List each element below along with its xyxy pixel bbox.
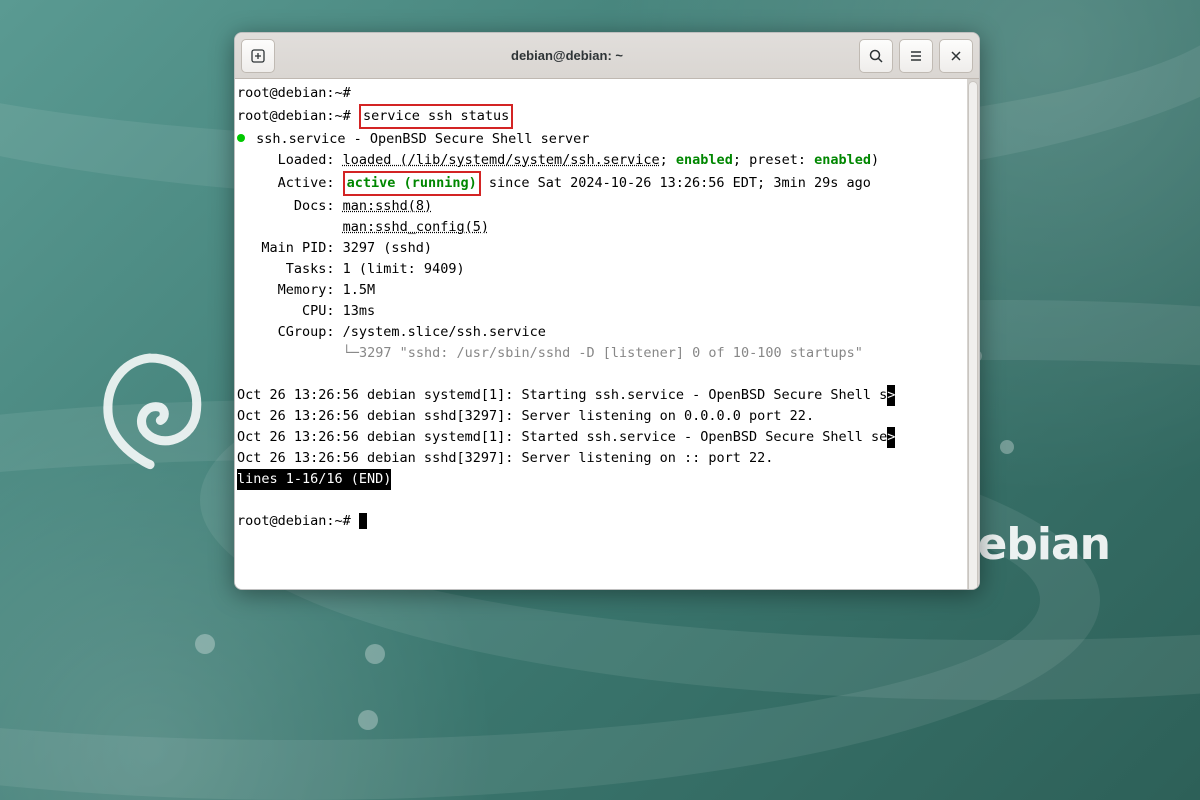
titlebar: debian@debian: ~ [235, 33, 979, 79]
highlighted-active: active (running) [343, 171, 481, 196]
close-button[interactable] [939, 39, 973, 73]
docs-link: man:sshd(8) [343, 198, 432, 214]
tasks: Tasks: 1 (limit: 9409) [237, 261, 465, 277]
service-header: ssh.service - OpenBSD Secure Shell serve… [248, 131, 589, 147]
new-tab-button[interactable] [241, 39, 275, 73]
cursor-icon [359, 513, 367, 529]
preset-state: enabled [814, 152, 871, 168]
prompt: root@debian:~# [237, 513, 351, 529]
loaded-value: loaded (/lib/systemd/system/ssh.service [343, 152, 660, 168]
docs-link: man:sshd_config(5) [343, 219, 489, 235]
active-label: Active: [237, 175, 343, 191]
cgroup-process: 3297 "sshd: /usr/sbin/sshd -D [listener]… [359, 345, 863, 361]
highlighted-command: service ssh status [359, 104, 513, 129]
loaded-label: Loaded: [237, 152, 343, 168]
log-line: Oct 26 13:26:56 debian sshd[3297]: Serve… [237, 408, 814, 424]
cgroup: CGroup: /system.slice/ssh.service [237, 324, 546, 340]
memory: Memory: 1.5M [237, 282, 375, 298]
docs-label: Docs: [237, 198, 343, 214]
log-line: Oct 26 13:26:56 debian sshd[3297]: Serve… [237, 450, 773, 466]
main-pid: Main PID: 3297 (sshd) [237, 240, 432, 256]
cpu: CPU: 13ms [237, 303, 375, 319]
scroll-thumb[interactable] [968, 81, 978, 589]
menu-button[interactable] [899, 39, 933, 73]
truncation-icon: > [887, 427, 895, 448]
enabled-state: enabled [676, 152, 733, 168]
log-line: Oct 26 13:26:56 debian systemd[1]: Start… [237, 387, 887, 403]
terminal-output[interactable]: root@debian:~# root@debian:~# service ss… [235, 79, 979, 589]
prompt: root@debian:~# [237, 108, 351, 124]
terminal-window: debian@debian: ~ root@debian:~# root@deb… [234, 32, 980, 590]
debian-swirl-icon [85, 345, 215, 475]
truncation-icon: > [887, 385, 895, 406]
pager-status: lines 1-16/16 (END) [237, 469, 391, 490]
window-title: debian@debian: ~ [281, 48, 853, 63]
scrollbar[interactable] [967, 79, 979, 589]
log-line: Oct 26 13:26:56 debian systemd[1]: Start… [237, 429, 887, 445]
prompt: root@debian:~# [237, 85, 351, 101]
search-button[interactable] [859, 39, 893, 73]
status-dot-icon [237, 134, 245, 142]
active-since: since Sat 2024-10-26 13:26:56 EDT; 3min … [481, 175, 871, 191]
